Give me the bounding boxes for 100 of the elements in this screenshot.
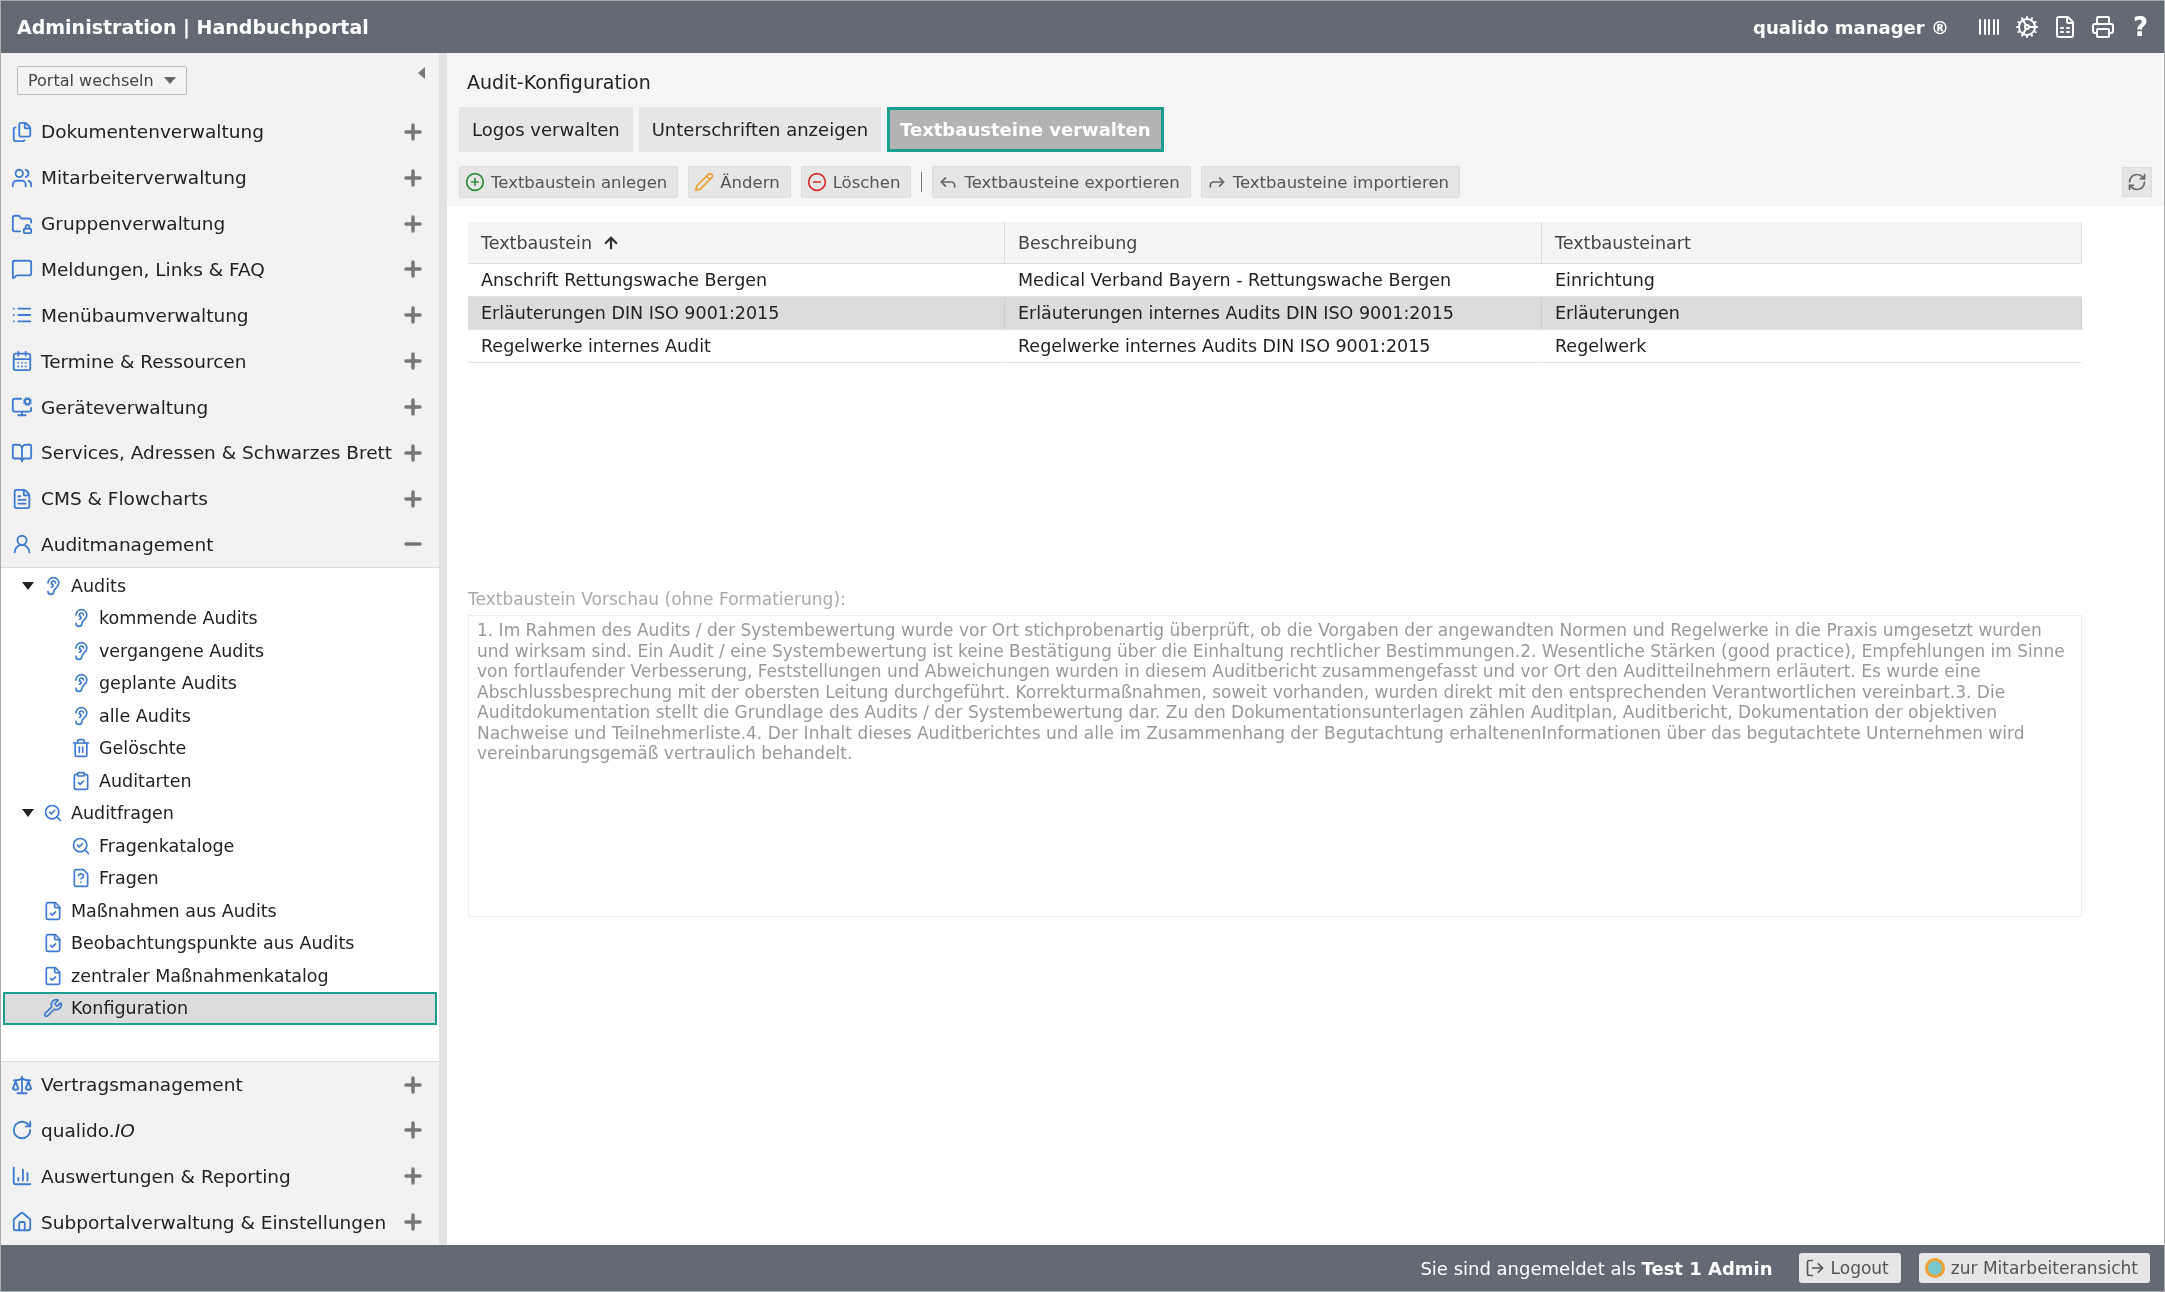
tree-item[interactable]: kommende Audits: [3, 602, 437, 635]
menu-label: Auditmanagement: [41, 533, 215, 555]
folder-icon: [11, 212, 33, 235]
menu-item[interactable]: CMS & Flowcharts: [1, 475, 439, 522]
column-header[interactable]: Beschreibung: [1005, 222, 1542, 264]
menu-item[interactable]: Subportalverwaltung & Einstellungen: [1, 1199, 439, 1246]
menu-item[interactable]: Services, Adressen & Schwarzes Brett: [1, 429, 439, 476]
plus-icon: [465, 172, 485, 192]
logout-button[interactable]: Logout: [1798, 1253, 1901, 1283]
table-cell[interactable]: Erläuterungen DIN ISO 9001:2015: [468, 297, 1005, 330]
tree-item[interactable]: Audits: [3, 569, 437, 603]
tab[interactable]: Unterschriften anzeigen: [638, 107, 882, 152]
document-icon: [11, 487, 33, 510]
menu-label: Menübaumverwaltung: [41, 304, 250, 326]
toolbar-button[interactable]: Textbaustein anlegen: [459, 166, 679, 198]
toolbar-button[interactable]: Löschen: [800, 166, 912, 198]
toolbar-button[interactable]: Ändern: [688, 166, 791, 198]
caret-icon: [163, 77, 176, 85]
wrench-icon: [43, 998, 63, 1019]
person-icon: [11, 533, 33, 556]
table-cell[interactable]: Erläuterungen internes Audits DIN ISO 9001:2015: [1005, 297, 1542, 330]
column-header[interactable]: Textbaustein: [468, 222, 1005, 264]
menu-label: Auswertungen & Reporting: [41, 1165, 292, 1187]
tree-item[interactable]: Maßnahmen aus Audits: [3, 894, 437, 928]
calendar-icon: [11, 350, 33, 373]
tree-item[interactable]: Fragen: [3, 862, 437, 895]
refresh-button[interactable]: [2122, 167, 2152, 197]
brand-name: qualido manager ®: [1753, 16, 1949, 38]
caret-icon[interactable]: [22, 581, 34, 590]
pencil-icon: [694, 172, 715, 192]
toolbar-button[interactable]: Textbausteine importieren: [1200, 166, 1460, 198]
people-icon: [11, 166, 33, 189]
switch-view-button[interactable]: zur Mitarbeiteransicht: [1918, 1253, 2150, 1283]
menu-label: Services, Adressen & Schwarzes Brett: [41, 442, 393, 464]
printer-icon[interactable]: [2090, 15, 2115, 39]
document-icon: [43, 933, 63, 954]
tree-item[interactable]: vergangene Audits: [3, 634, 437, 668]
menu-item[interactable]: Auswertungen & Reporting: [1, 1153, 439, 1200]
menu-label: qualido.IO: [41, 1119, 136, 1141]
menu-item[interactable]: Gruppenverwaltung: [1, 200, 439, 247]
menu-item[interactable]: Termine & Ressourcen: [1, 338, 439, 385]
trash-icon: [71, 738, 91, 759]
minus-icon: [806, 172, 827, 192]
table-cell[interactable]: Erläuterungen: [1542, 297, 2082, 330]
caret-icon[interactable]: [22, 809, 34, 818]
tree-item[interactable]: zentraler Maßnahmenkatalog: [3, 959, 437, 993]
table-cell[interactable]: Regelwerke internes Audits DIN ISO 9001:2015: [1005, 330, 1542, 363]
document-icon: [43, 965, 63, 986]
preview-label: Textbaustein Vorschau (ohne Formatierung):: [468, 589, 847, 609]
document-icon: [43, 900, 63, 921]
menu-label: Mitarbeiterverwaltung: [41, 167, 248, 189]
menu-item[interactable]: Menübaumverwaltung: [1, 292, 439, 339]
house-icon: [11, 1211, 33, 1234]
page-title: Audit-Konfiguration: [466, 70, 652, 95]
book-icon: [11, 441, 33, 464]
app-title: Administration | Handbuchportal: [17, 16, 370, 38]
toolbar-button[interactable]: Textbausteine exportieren: [932, 166, 1191, 198]
checklist-icon: [71, 770, 91, 791]
refresh-icon: [2127, 172, 2147, 192]
tree-item[interactable]: geplante Audits: [3, 667, 437, 700]
menu-item[interactable]: Dokumentenverwaltung: [1, 108, 439, 155]
speech-bubble-icon: [11, 258, 33, 281]
tree-item[interactable]: Auditarten: [3, 764, 437, 798]
magnifier-icon: [43, 803, 63, 824]
menu-item[interactable]: Vertragsmanagement: [1, 1061, 439, 1108]
column-header[interactable]: Textbausteinart: [1542, 222, 2082, 264]
collapse-icon[interactable]: [418, 66, 425, 79]
tree-item[interactable]: Auditfragen: [3, 797, 437, 830]
ring-icon: [1924, 1258, 1945, 1278]
gear-icon[interactable]: [2014, 15, 2039, 39]
documents-icon: [11, 120, 33, 143]
menu-label: Gruppenverwaltung: [41, 213, 227, 235]
portal-dropdown[interactable]: Portal wechseln: [17, 66, 187, 96]
tree-item[interactable]: Beobachtungspunkte aus Audits: [3, 927, 437, 960]
menu-label: Dokumentenverwaltung: [41, 121, 265, 143]
menu-item[interactable]: Geräteverwaltung: [1, 384, 439, 430]
login-status: Sie sind angemeldet als Test 1 Admin: [1420, 1257, 1773, 1279]
tree-item[interactable]: Fragenkataloge: [3, 829, 437, 863]
monitor-icon: [11, 396, 33, 419]
menu-label: CMS & Flowcharts: [41, 488, 209, 510]
help-button[interactable]: ?: [2132, 12, 2148, 42]
preview-text: 1. Im Rahmen des Audits / der Systembewertung wurde vor Ort stichprobenartig überprüft, ob die Vorgaben der angewandten Normen und Regelwerke in die Praxis umgesetzt wurden und wirksam sind. Ein Audit / eine Systembewertung ist keine Bestätigung über die Einhaltung rechtlicher Bestimmungen.2. Wesentliche Stärken (good practice), Empfehlungen im Sinne von fortlaufender Verbesserung, Feststellungen und Abweichungen wurden in diesem Auditbericht zusammengefasst und vor Ort den Auditteilnehmern erläutert. Es wurde eine Abschlussbesprechung mit der obersten Leitung durchgeführt. Korrekturmaßnahmen, soweit vorhanden, wurden direkt mit den entsprechenden Verantwortlichen vereinbart.3. Die Auditdokumentation stellt die Grundlage des Audits / der Systembewertung dar. Zu den Dokumentationsunterlagen zählen Auditplan, Auditbericht, Dokumentation der objektiven Nachweise und Teilnehmerliste.4. Der Inhalt dieses Auditberichtes und alle im Zusammenhang der Begutachtung erhaltenenInformationen über das begutachtete Unternehmen wird vereinbarungsgemäß vertraulich behandelt.: [468, 615, 2082, 917]
menu-label: Subportalverwaltung & Einstellungen: [41, 1211, 388, 1233]
menu-label: Geräteverwaltung: [41, 396, 210, 418]
question-document-icon: [71, 868, 91, 889]
menu-label: Meldungen, Links & FAQ: [41, 258, 266, 280]
tab[interactable]: Logos verwalten: [459, 107, 633, 152]
magnifier-icon: [71, 835, 91, 856]
circular-arrows-icon: [11, 1119, 33, 1142]
tree-item[interactable]: Gelöschte: [3, 732, 437, 765]
menu-label: Vertragsmanagement: [41, 1074, 244, 1096]
bar-chart-icon: [11, 1165, 33, 1188]
menu-item[interactable]: Meldungen, Links & FAQ: [1, 246, 439, 293]
table-cell[interactable]: Regelwerk: [1542, 330, 2082, 363]
tree-item[interactable]: Konfiguration: [3, 992, 437, 1025]
menu-label: Termine & Ressourcen: [41, 350, 248, 372]
table-cell[interactable]: Regelwerke internes Audit: [468, 330, 1005, 363]
menu-item[interactable]: qualido.IO: [1, 1107, 439, 1154]
tree-item[interactable]: alle Audits: [3, 699, 437, 733]
menu-item[interactable]: Mitarbeiterverwaltung: [1, 154, 439, 201]
